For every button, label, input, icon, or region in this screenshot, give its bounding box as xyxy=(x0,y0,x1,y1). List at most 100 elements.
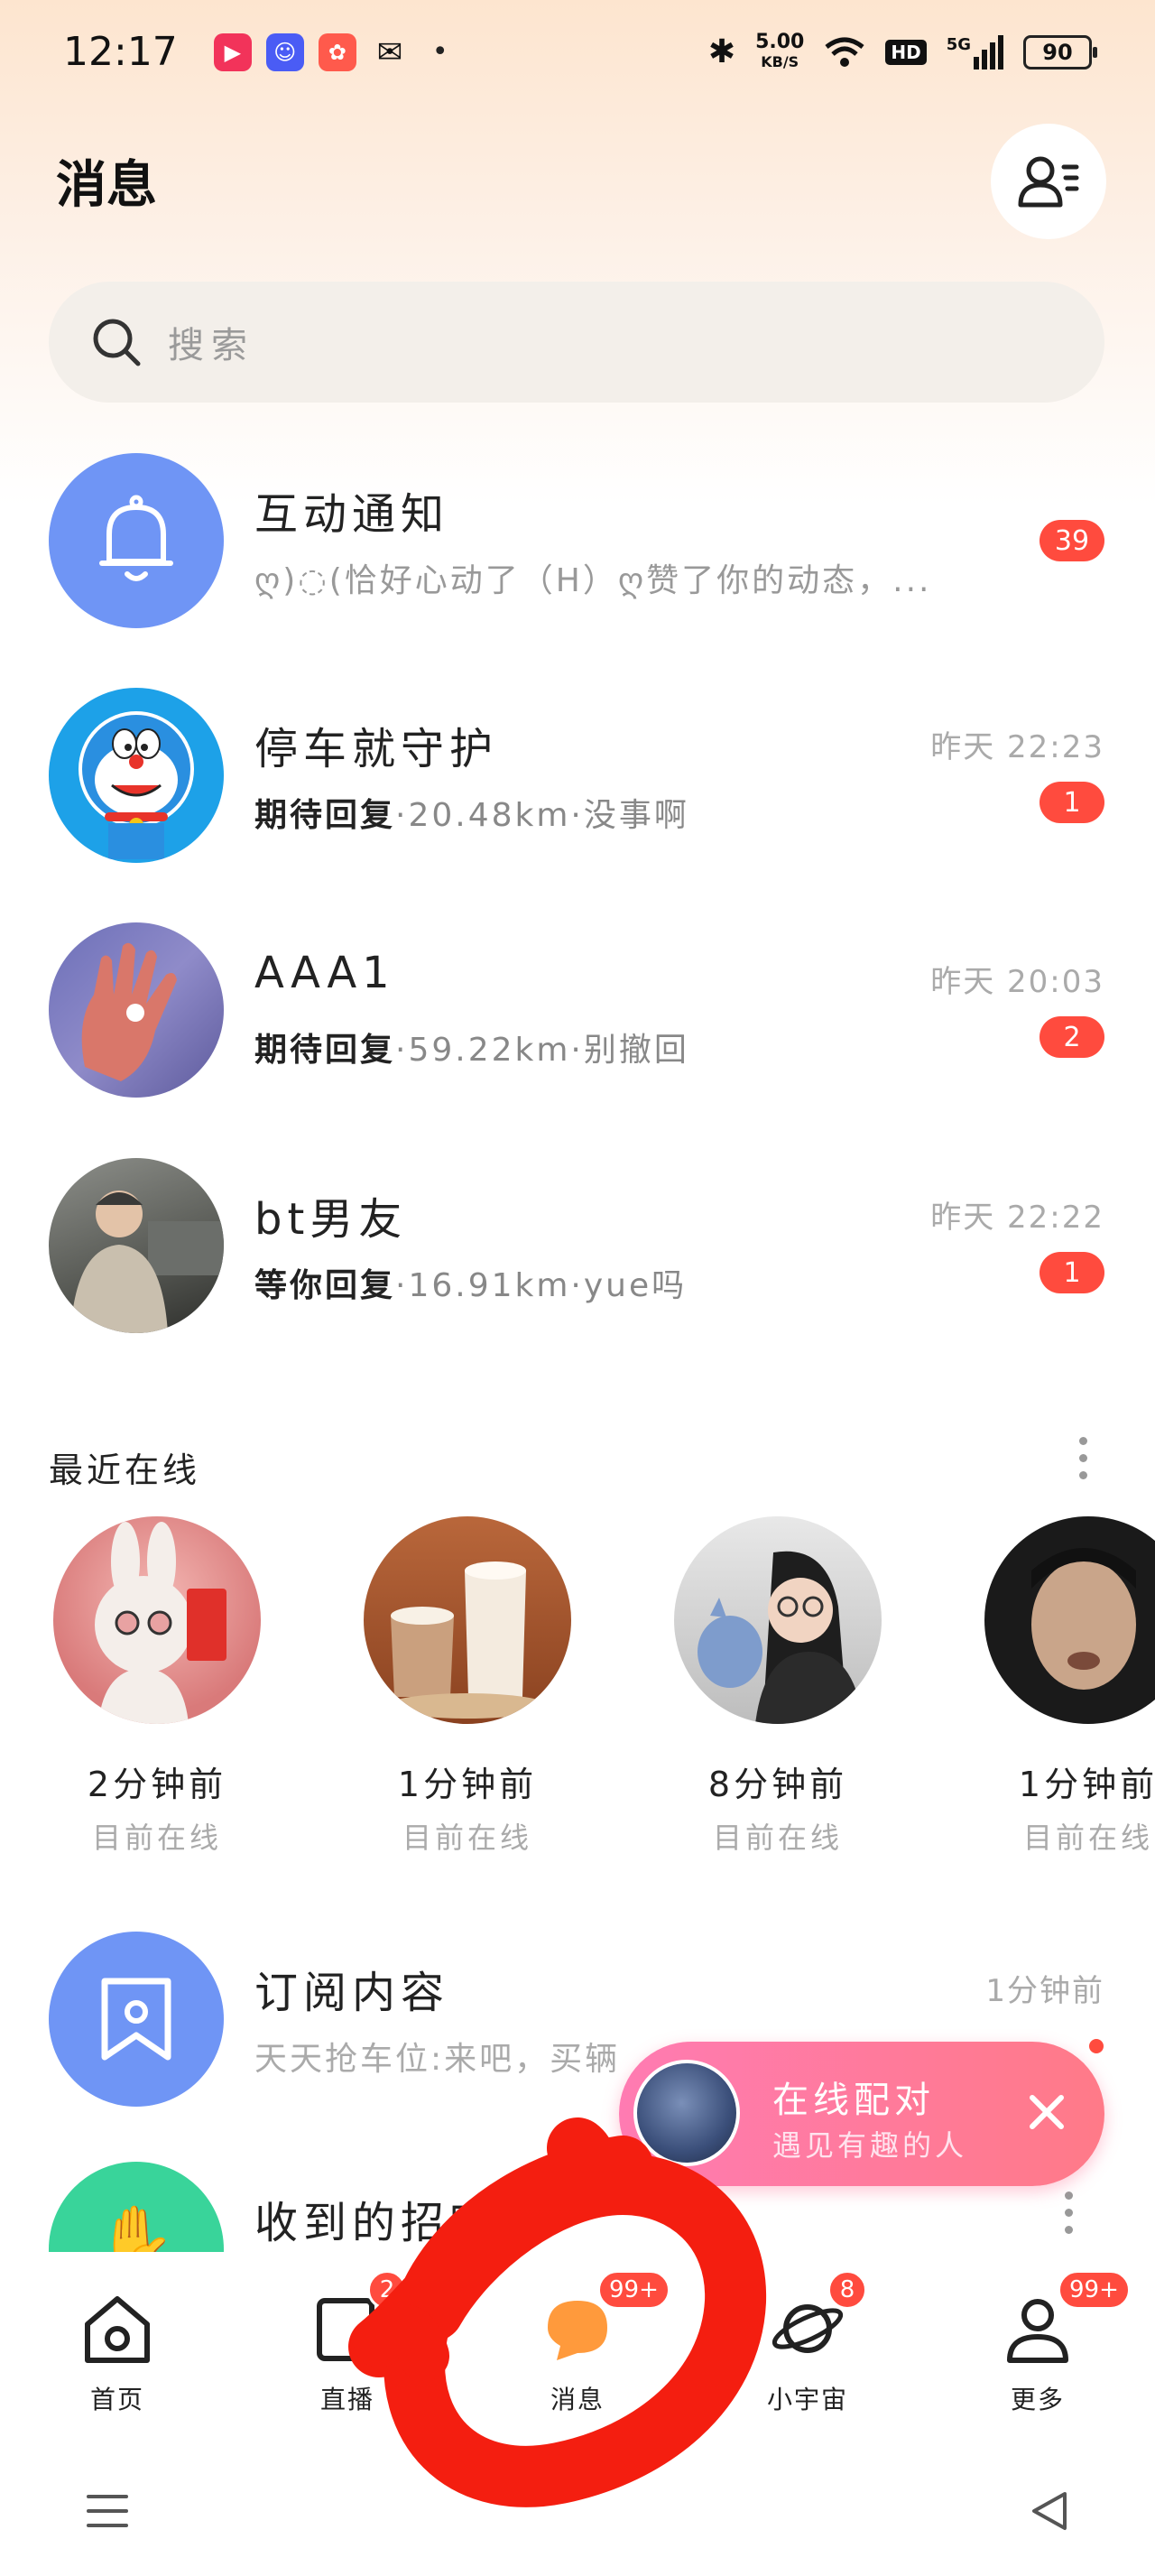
tab-label: 直播 xyxy=(319,2385,374,2414)
status-time: 12:17 xyxy=(63,29,178,75)
dot xyxy=(1064,2209,1073,2217)
avatar xyxy=(984,1516,1155,1724)
man-avatar-image xyxy=(1031,1548,1136,1690)
avatar xyxy=(49,922,224,1098)
conversation-preview: 期待回复·59.22km·别撤回 xyxy=(254,1024,689,1070)
person-avatar-image xyxy=(70,1191,224,1333)
tab-label: 小宇宙 xyxy=(766,2385,848,2414)
online-status: 目前在线 xyxy=(402,1821,532,1855)
greetings-more-button[interactable] xyxy=(1059,2191,1077,2234)
avatar xyxy=(49,688,224,863)
status-indicators: ✱ 5.00 KB/S HD 5G 90 xyxy=(707,30,1097,72)
tab-badge: 8 xyxy=(827,2270,867,2310)
wave-hand-icon: ✋ xyxy=(97,2201,176,2252)
signal-label: 5G xyxy=(946,34,971,54)
search-input[interactable]: 搜索 xyxy=(49,282,1104,403)
social-app-icon: ✿ xyxy=(318,32,356,71)
conversation-preview: 期待回复·20.48km·没事啊 xyxy=(254,789,689,836)
online-user[interactable]: 1分钟前 目前在线 xyxy=(359,1516,576,1857)
dot xyxy=(1064,2191,1073,2200)
online-status: 目前在线 xyxy=(91,1821,222,1855)
battery-indicator: 90 xyxy=(1023,34,1097,69)
last-seen-time: 1分钟前 xyxy=(397,1765,538,1804)
conversation-name: AAA1 xyxy=(254,948,395,998)
tab-more[interactable]: 更多 99+ xyxy=(975,2252,1131,2432)
match-title: 在线配对 xyxy=(772,2080,935,2121)
search-icon xyxy=(93,319,141,366)
doraemon-avatar-image xyxy=(79,711,194,859)
notification-dot: • xyxy=(431,36,448,68)
page-title: 消息 xyxy=(56,156,157,215)
conversation-time: 昨天 22:23 xyxy=(930,729,1104,765)
online-match-banner[interactable]: 在线配对 遇见有趣的人 xyxy=(619,2036,1106,2186)
conversation-name: 停车就守护 xyxy=(254,724,499,774)
home-icon xyxy=(85,2296,150,2363)
conversation-time: 1分钟前 xyxy=(985,1973,1104,2009)
tab-universe[interactable]: 小宇宙 8 xyxy=(744,2252,871,2432)
hd-icon: HD xyxy=(885,39,927,65)
wifi-icon xyxy=(825,37,864,67)
search-placeholder: 搜索 xyxy=(168,325,254,366)
hand-avatar-image xyxy=(81,942,177,1081)
avatar xyxy=(49,1158,224,1333)
conversation-preview: ღ)◌(恰好心动了（H）ღ赞了你的动态，... xyxy=(254,562,932,599)
avatar xyxy=(49,453,224,628)
tab-messages[interactable]: 消息 99+ xyxy=(514,2252,670,2432)
milk-tea-avatar-image xyxy=(386,1561,549,1719)
online-user-clip: 1分钟前 目前在线 xyxy=(980,1516,1155,1895)
conversation-row[interactable]: AAA1 期待回复·59.22km·别撤回 昨天 20:03 2 xyxy=(0,922,1155,1103)
dot xyxy=(1078,1471,1087,1479)
recent-online-title: 最近在线 xyxy=(49,1450,201,1490)
conversation-name: 互动通知 xyxy=(254,489,450,540)
online-user[interactable]: 8分钟前 目前在线 xyxy=(670,1516,886,1857)
conversation-name: 订阅内容 xyxy=(254,1968,450,2018)
last-seen-time: 2分钟前 xyxy=(87,1765,227,1804)
preview-text: ·16.91km·yue吗 xyxy=(395,1267,688,1304)
tab-badge: 99+ xyxy=(1058,2270,1131,2310)
notification-icons: ▶ ☺ ✿ ✉ • xyxy=(213,32,448,71)
avatar: ✋ xyxy=(49,2162,224,2252)
network-speed-unit: KB/S xyxy=(761,52,799,70)
online-user[interactable]: 1分钟前 目前在线 xyxy=(980,1516,1155,1857)
conversation-name: bt男友 xyxy=(254,1194,408,1245)
girl-avatar-image xyxy=(698,1551,864,1724)
dot xyxy=(1078,1454,1087,1462)
conversation-preview: 天天抢车位:来吧，买辆 xyxy=(254,2041,621,2078)
reply-status: 期待回复 xyxy=(254,1032,396,1069)
avatar xyxy=(674,1516,882,1724)
last-seen-time: 1分钟前 xyxy=(1018,1765,1155,1804)
bluetooth-icon: ✱ xyxy=(707,33,736,70)
back-icon[interactable] xyxy=(1029,2488,1070,2534)
tab-badge: 2 xyxy=(367,2270,407,2310)
recent-online-more-button[interactable] xyxy=(1074,1437,1092,1479)
bell-icon xyxy=(99,495,173,581)
tab-label: 消息 xyxy=(550,2385,605,2414)
contacts-button[interactable] xyxy=(991,124,1106,239)
bunny-avatar-image xyxy=(95,1522,226,1724)
tab-label: 更多 xyxy=(1010,2385,1065,2414)
notification-dot xyxy=(1086,2036,1106,2056)
dot xyxy=(1064,2226,1073,2234)
conversation-row[interactable]: 停车就守护 期待回复·20.48km·没事啊 昨天 22:23 1 xyxy=(0,688,1155,868)
online-status: 目前在线 xyxy=(1022,1821,1153,1855)
avatar xyxy=(49,1932,224,2107)
conversation-time: 昨天 20:03 xyxy=(930,964,1104,1000)
home-gesture-area[interactable] xyxy=(552,2484,606,2538)
close-icon[interactable] xyxy=(1023,2089,1070,2136)
video-app-icon: ▶ xyxy=(213,32,252,71)
unread-badge: 39 xyxy=(1040,520,1104,561)
reply-status: 期待回复 xyxy=(254,797,396,834)
conversation-row[interactable]: bt男友 等你回复·16.91km·yue吗 昨天 22:22 1 xyxy=(0,1158,1155,1339)
tab-live[interactable]: 直播 2 xyxy=(284,2252,411,2432)
preview-text: ·20.48km·没事啊 xyxy=(395,797,689,834)
tab-home[interactable]: 首页 xyxy=(54,2252,180,2432)
recents-icon[interactable] xyxy=(85,2491,130,2531)
match-subtitle: 遇见有趣的人 xyxy=(772,2128,968,2163)
conversation-interaction-notices[interactable]: 互动通知 ღ)◌(恰好心动了（H）ღ赞了你的动态，... 39 xyxy=(0,453,1155,634)
network-speed-value: 5.00 xyxy=(755,30,805,53)
bookmark-icon xyxy=(101,1978,171,2061)
unread-badge: 1 xyxy=(1040,782,1104,823)
avatar xyxy=(364,1516,571,1724)
online-user[interactable]: 2分钟前 目前在线 xyxy=(49,1516,265,1857)
signal-icon: 5G xyxy=(946,34,1003,69)
